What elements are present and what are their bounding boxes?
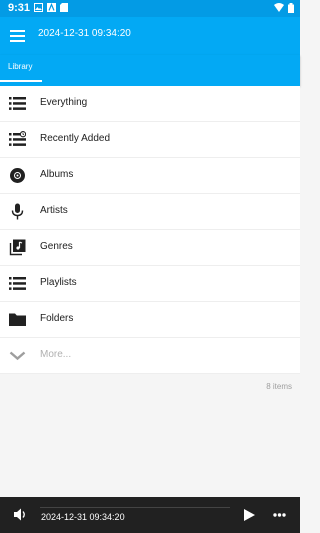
image-icon [34, 3, 43, 12]
list-item-playlists[interactable]: Playlists [0, 266, 300, 302]
genre-icon [9, 239, 26, 256]
status-bar: 9:31 [0, 0, 300, 17]
list-item-everything[interactable]: Everything [0, 86, 300, 122]
list-item-recently-added[interactable]: Recently Added [0, 122, 300, 158]
tab-library[interactable]: Library [0, 55, 42, 86]
item-count: 8 items [266, 382, 292, 391]
play-icon[interactable] [244, 509, 255, 521]
library-list: Everything Recently Added Albums Artists [0, 86, 300, 374]
volume-icon[interactable] [14, 508, 28, 521]
playlist-icon [9, 277, 26, 290]
list-item-folders[interactable]: Folders [0, 302, 300, 338]
tab-bar: Library [0, 55, 300, 86]
app-bar: 2024-12-31 09:34:20 [0, 17, 300, 55]
list-item-label: Folders [40, 313, 74, 324]
list-item-label: Recently Added [40, 133, 111, 144]
list-item-more[interactable]: More... [0, 338, 300, 374]
tab-indicator [0, 80, 42, 82]
list-item-genres[interactable]: Genres [0, 230, 300, 266]
battery-icon [288, 3, 294, 13]
folder-icon [9, 313, 26, 326]
hamburger-menu-icon[interactable] [8, 26, 28, 46]
sd-card-icon [60, 3, 68, 12]
recent-list-icon [9, 131, 26, 146]
tab-library-label: Library [8, 62, 33, 71]
list-item-artists[interactable]: Artists [0, 194, 300, 230]
wifi-icon [274, 3, 284, 12]
now-playing-title: 2024-12-31 09:34:20 [41, 512, 125, 522]
chevron-down-icon [9, 351, 26, 361]
list-item-more-label: More... [40, 349, 72, 360]
microphone-icon [11, 203, 24, 220]
player-bar: 2024-12-31 09:34:20 [0, 497, 300, 533]
progress-bar[interactable] [40, 507, 230, 508]
list-item-label: Genres [40, 241, 73, 252]
list-item-label: Artists [40, 205, 68, 216]
list-icon [9, 97, 26, 110]
more-horizontal-icon[interactable] [273, 513, 286, 517]
list-item-label: Albums [40, 169, 74, 180]
font-icon [47, 3, 56, 12]
list-item-albums[interactable]: Albums [0, 158, 300, 194]
app-bar-title: 2024-12-31 09:34:20 [38, 28, 131, 39]
list-item-label: Playlists [40, 277, 77, 288]
status-time: 9:31 [8, 2, 31, 14]
album-icon [10, 168, 25, 183]
list-item-label: Everything [40, 97, 88, 108]
